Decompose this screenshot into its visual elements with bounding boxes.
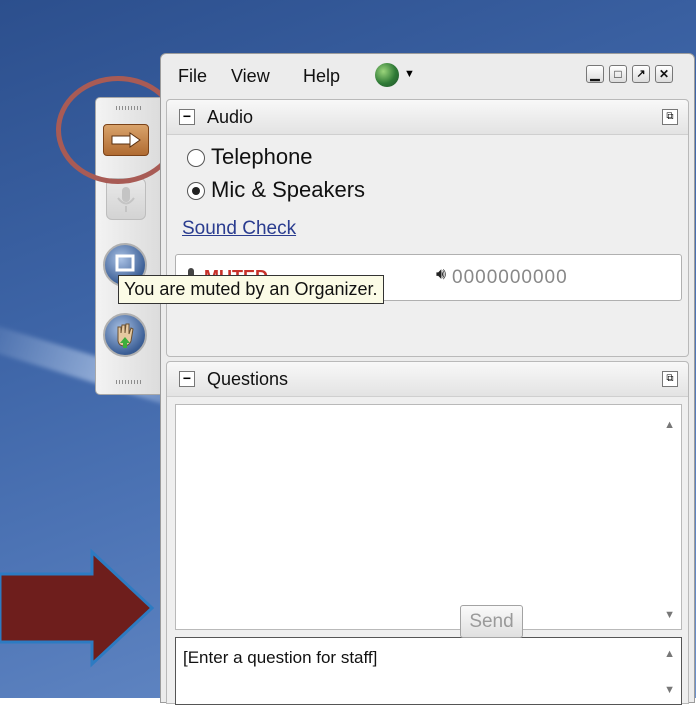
sound-check-link[interactable]: Sound Check bbox=[182, 218, 296, 240]
audio-level-meter: 0000000000 bbox=[452, 267, 568, 288]
raise-hand-icon bbox=[117, 323, 134, 348]
microphone-button[interactable] bbox=[106, 178, 146, 220]
minimize-icon[interactable]: ▁ bbox=[586, 65, 604, 83]
questions-collapse-button[interactable]: − bbox=[179, 371, 195, 387]
input-scroll-up-icon[interactable]: ▲ bbox=[664, 648, 675, 660]
questions-panel: − Questions ⧉ ▲ ▼ [Enter a question for … bbox=[166, 361, 689, 705]
audio-collapse-button[interactable]: − bbox=[179, 109, 195, 125]
menu-help[interactable]: Help bbox=[303, 66, 340, 87]
control-panel-window: File View Help ▼ ▁ □ ↗ ✕ − Audio ⧉ Telep… bbox=[160, 53, 695, 705]
questions-log[interactable]: ▲ ▼ bbox=[175, 404, 682, 630]
telephone-radio[interactable] bbox=[187, 149, 205, 167]
mic-speakers-label: Mic & Speakers bbox=[211, 177, 366, 202]
scroll-down-icon[interactable]: ▼ bbox=[664, 609, 675, 621]
input-scroll-down-icon[interactable]: ▼ bbox=[664, 684, 675, 696]
scroll-up-icon[interactable]: ▲ bbox=[664, 419, 675, 431]
telephone-label: Telephone bbox=[211, 144, 313, 169]
muted-tooltip: You are muted by an Organizer. bbox=[118, 275, 384, 304]
dock-grip-bottom[interactable] bbox=[116, 380, 142, 384]
chevron-down-icon[interactable]: ▼ bbox=[404, 68, 415, 80]
mic-speakers-radio[interactable] bbox=[187, 182, 205, 200]
send-button[interactable]: Send bbox=[460, 605, 523, 638]
menu-file[interactable]: File bbox=[178, 66, 207, 87]
pointer-arrow-icon bbox=[0, 548, 155, 668]
menu-bar: File View Help ▼ ▁ □ ↗ ✕ bbox=[161, 54, 694, 96]
questions-panel-title: Questions bbox=[207, 369, 289, 389]
audio-popout-icon[interactable]: ⧉ bbox=[662, 109, 678, 125]
popout-icon[interactable]: ↗ bbox=[632, 65, 650, 83]
question-input-text: [Enter a question for staff] bbox=[183, 648, 378, 667]
speaker-icon: 🔊︎ bbox=[436, 266, 447, 283]
audio-panel-title: Audio bbox=[207, 107, 254, 127]
question-input[interactable]: [Enter a question for staff] ▲ ▼ bbox=[175, 637, 682, 705]
close-icon[interactable]: ✕ bbox=[655, 65, 673, 83]
globe-icon[interactable] bbox=[375, 63, 399, 87]
audio-panel: − Audio ⧉ Telephone Mic & Speakers Sound… bbox=[166, 99, 689, 357]
microphone-icon bbox=[117, 187, 135, 212]
questions-panel-header: − Questions ⧉ bbox=[167, 362, 688, 397]
menu-view[interactable]: View bbox=[231, 66, 270, 87]
questions-popout-icon[interactable]: ⧉ bbox=[662, 371, 678, 387]
raise-hand-button[interactable] bbox=[103, 313, 147, 357]
maximize-icon[interactable]: □ bbox=[609, 65, 627, 83]
audio-panel-header: − Audio ⧉ bbox=[167, 100, 688, 135]
